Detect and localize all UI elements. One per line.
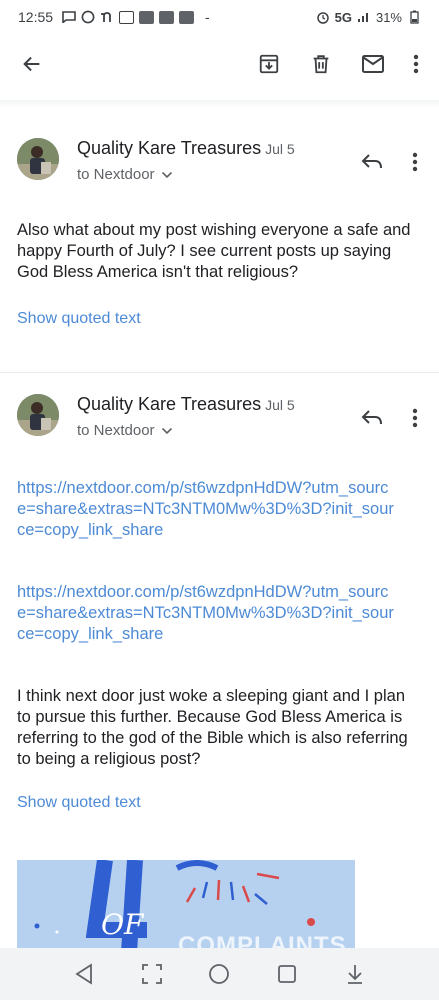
- nav-hide-button[interactable]: [341, 960, 369, 988]
- arrow-left-icon: [23, 56, 40, 72]
- message-body: I think next door just woke a sleeping g…: [17, 687, 408, 768]
- status-time: 12:55: [18, 9, 54, 25]
- chevron-down-icon: [161, 171, 172, 178]
- toolbar-actions: [249, 44, 427, 84]
- recents-square-icon: [278, 965, 297, 983]
- status-right: 5G 31%: [316, 10, 421, 25]
- reply-icon: [361, 154, 382, 169]
- home-circle-icon: [209, 964, 230, 984]
- more-vert-icon: [412, 408, 418, 428]
- recipient-details[interactable]: to Nextdoor: [77, 422, 173, 439]
- reply-button[interactable]: [356, 146, 388, 178]
- more-vert-icon: [412, 152, 418, 172]
- image-text: OF: [101, 908, 144, 941]
- nav-screenshot-button[interactable]: [138, 960, 166, 988]
- mark-unread-button[interactable]: [353, 44, 393, 84]
- nav-home-button[interactable]: [205, 960, 233, 988]
- nav-recents-button[interactable]: [273, 960, 301, 988]
- archive-icon: [259, 54, 279, 74]
- more-vert-icon: [413, 54, 419, 74]
- message-body: Also what about my post wishing everyone…: [17, 221, 411, 281]
- status-bar: 12:55 - 5G 31%: [0, 0, 439, 34]
- chevron-down-icon: [161, 427, 172, 434]
- mail-icon: [362, 55, 384, 73]
- signal-icon: [357, 11, 371, 23]
- show-quoted-text-link[interactable]: Show quoted text: [17, 794, 141, 812]
- reply-button[interactable]: [356, 402, 388, 434]
- sender-name[interactable]: Quality Kare Treasures: [77, 138, 261, 158]
- notification-box-icon: [139, 10, 155, 24]
- notification-box-icon: [179, 10, 195, 24]
- archive-button[interactable]: [249, 44, 289, 84]
- message-date: Jul 5: [265, 141, 295, 157]
- avatar[interactable]: [17, 138, 59, 180]
- message-date: Jul 5: [265, 397, 295, 413]
- sender-line: Quality Kare Treasures Jul 5: [77, 394, 295, 415]
- battery-percent: 31%: [375, 9, 402, 25]
- reply-icon: [361, 410, 382, 425]
- post-link[interactable]: https://nextdoor.com/p/st6wzdpnHdDW?utm_…: [17, 582, 397, 645]
- trash-icon: [313, 55, 329, 74]
- recipient-label: to Nextdoor: [77, 422, 155, 439]
- nextdoor-icon: [100, 11, 114, 23]
- notification-box-icon: [119, 10, 135, 24]
- system-nav-bar: [0, 948, 439, 1000]
- back-button[interactable]: [12, 44, 52, 84]
- recipient-label: to Nextdoor: [77, 166, 155, 183]
- notification-box-icon: [159, 10, 175, 24]
- sender-line: Quality Kare Treasures Jul 5: [77, 138, 295, 159]
- message-divider: [0, 372, 439, 373]
- alarm-icon: [316, 11, 330, 24]
- toolbar: [0, 34, 439, 94]
- download-arrow-icon: [348, 965, 363, 984]
- nav-back-button[interactable]: [70, 960, 98, 988]
- toolbar-divider: [0, 100, 439, 108]
- recipient-details[interactable]: to Nextdoor: [77, 166, 173, 183]
- post-link[interactable]: https://nextdoor.com/p/st6wzdpnHdDW?utm_…: [17, 478, 397, 541]
- crop-frame-icon: [141, 964, 162, 984]
- network-label: 5G: [334, 9, 352, 25]
- message-more-button[interactable]: [400, 402, 430, 434]
- status-dash: -: [205, 9, 210, 25]
- whatsapp-icon: [81, 10, 95, 24]
- message-icon: [62, 11, 76, 23]
- sender-name[interactable]: Quality Kare Treasures: [77, 394, 261, 414]
- avatar[interactable]: [17, 394, 59, 436]
- battery-icon: [407, 10, 421, 24]
- status-left: 12:55 -: [18, 9, 210, 25]
- more-options-button[interactable]: [405, 44, 427, 84]
- triangle-back-icon: [75, 963, 92, 985]
- show-quoted-text-link[interactable]: Show quoted text: [17, 310, 141, 328]
- delete-button[interactable]: [301, 44, 341, 84]
- message-more-button[interactable]: [400, 146, 430, 178]
